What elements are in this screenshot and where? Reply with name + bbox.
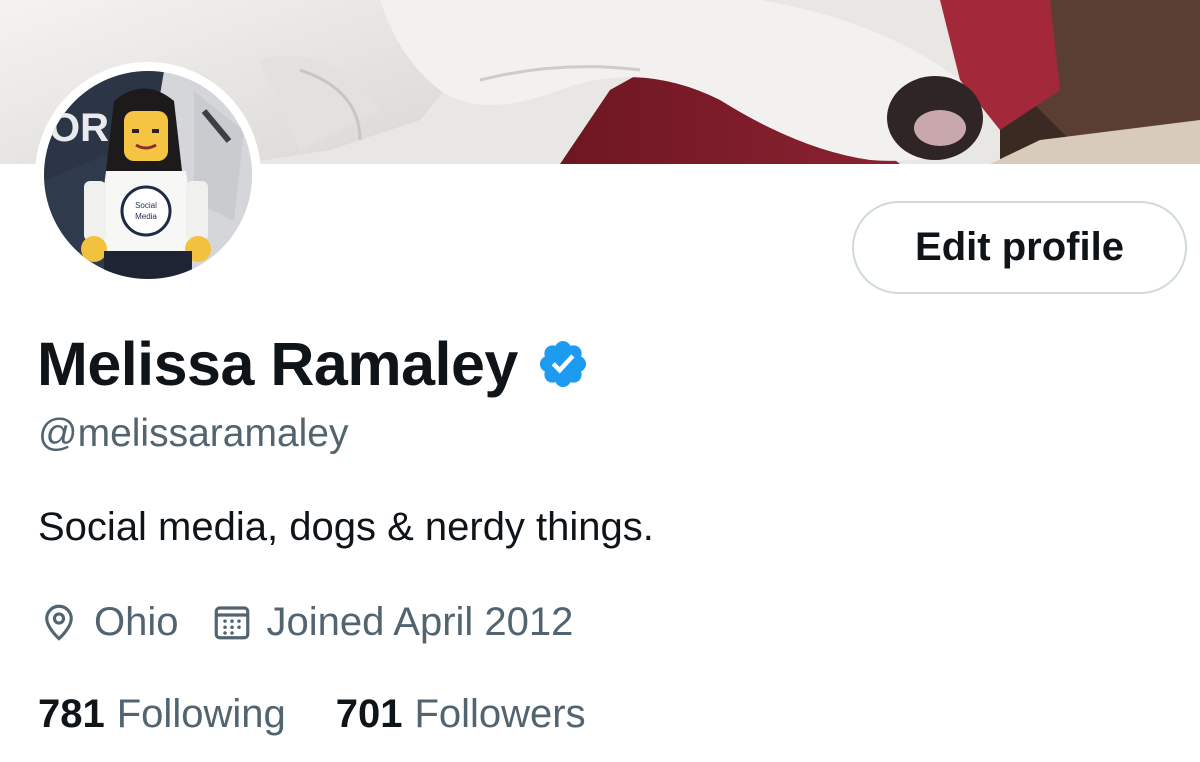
joined-text: Joined April 2012 — [266, 599, 574, 644]
followers-count: 701 — [335, 692, 403, 736]
profile-meta: Ohio Joined April 2012 — [38, 596, 573, 648]
shirt-logo-text-2: Media — [135, 212, 157, 221]
display-name: Melissa Ramaley — [37, 330, 518, 398]
profile-avatar[interactable]: OR Social Media — [35, 62, 261, 288]
following-label: Following — [116, 692, 286, 736]
user-handle: @melissaramaley — [38, 412, 349, 455]
avatar-image: OR Social Media — [44, 71, 252, 279]
following-link[interactable]: 781 Following — [38, 692, 286, 737]
edit-profile-button[interactable]: Edit profile — [852, 201, 1187, 294]
followers-link[interactable]: 701 Followers — [336, 692, 586, 737]
profile-page: OR Social Media Edit profile Melissa Ram… — [0, 0, 1200, 762]
followers-label: Followers — [414, 692, 586, 736]
location-pin-icon — [38, 601, 80, 643]
following-count: 781 — [38, 692, 105, 736]
svg-text:OR: OR — [49, 106, 109, 150]
joined-item: Joined April 2012 — [211, 599, 574, 645]
shirt-logo-text-1: Social — [135, 201, 157, 210]
location-item: Ohio — [38, 600, 179, 645]
calendar-icon — [211, 601, 253, 643]
profile-bio: Social media, dogs & nerdy things. — [38, 505, 654, 549]
verified-badge-icon[interactable] — [536, 337, 590, 391]
profile-name-row: Melissa Ramaley — [37, 326, 590, 402]
follow-counts: 781 Following 701 Followers — [38, 692, 586, 737]
location-text: Ohio — [94, 599, 179, 644]
